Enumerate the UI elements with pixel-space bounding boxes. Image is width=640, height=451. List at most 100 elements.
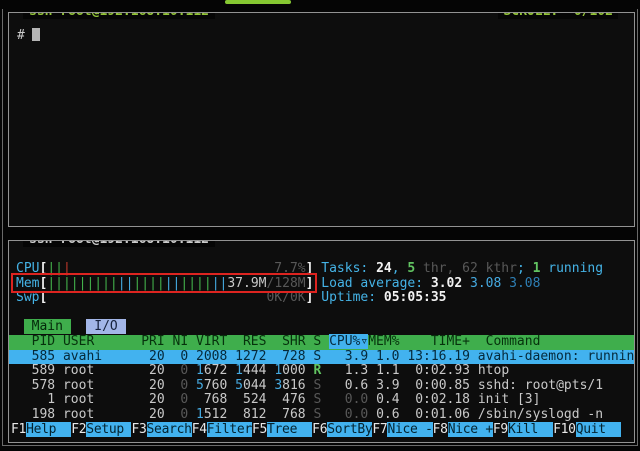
segment: |||| xyxy=(133,276,164,291)
segment: I/O xyxy=(86,319,125,334)
fn-key-f4[interactable]: F4 xyxy=(192,422,207,437)
segment: 768 xyxy=(266,407,305,422)
segment: 585 avahi 20 0 2008 1272 728 S 3.9 1.0 1… xyxy=(16,349,635,364)
segment: |||| xyxy=(180,276,211,291)
segment: Load average: xyxy=(321,276,431,291)
segment xyxy=(227,378,235,393)
segment: 0:01.06 xyxy=(400,407,470,422)
table-row[interactable]: 198 root 20 0 1512 812 768 S 0.0 0.6 0:0… xyxy=(9,408,634,423)
fn-action-quit[interactable]: Quit xyxy=(576,422,621,437)
segment: 3.9 xyxy=(368,378,399,393)
fn-action-filter[interactable]: Filter xyxy=(207,422,252,437)
segment: 1 root 20 xyxy=(16,392,165,407)
segment: S xyxy=(306,392,322,407)
pane-top[interactable]: ssh root@192.168.10.112 SCROLL: 0/102 # xyxy=(8,12,635,227)
segment: 3.08 xyxy=(509,276,540,291)
segment: 672 xyxy=(204,363,227,378)
segment: 5 xyxy=(235,378,243,393)
segment: 3.02 xyxy=(431,276,470,291)
table-row[interactable]: 578 root 20 0 5760 5044 3816 S 0.6 3.9 0… xyxy=(9,379,634,394)
segment: 524 xyxy=(227,392,266,407)
cpu-meter: CPU[||| 7.7%] Tasks: 24, 5 thr, 62 kthr;… xyxy=(9,262,634,277)
segment: 0.4 xyxy=(368,392,399,407)
segment: 000 xyxy=(282,363,305,378)
swap-meter: Swp[ 0K/0K] Uptime: 05:05:35 xyxy=(9,291,634,306)
segment: 0 xyxy=(165,407,188,422)
pane-bottom-title: ssh root@192.168.10.112 xyxy=(23,240,215,247)
segment xyxy=(47,290,266,305)
segment: Tasks: xyxy=(321,261,376,276)
segment: 0:02.18 xyxy=(400,392,470,407)
pane-top-title: ssh root@192.168.10.112 xyxy=(23,12,215,19)
segment: init [3] xyxy=(470,392,540,407)
segment: CPU xyxy=(16,261,39,276)
segment: || xyxy=(47,261,63,276)
segment: 62 kthr xyxy=(462,261,517,276)
segment: 444 xyxy=(243,363,266,378)
segment xyxy=(188,363,196,378)
fn-key-f1[interactable]: F1 xyxy=(11,422,26,437)
fn-key-f10[interactable]: F10 xyxy=(553,422,576,437)
htop-app: CPU[||| 7.7%] Tasks: 24, 5 thr, 62 kthr;… xyxy=(9,241,634,437)
mem-meter: Mem[|||||||||||||||||||||||37.9M/128M] L… xyxy=(9,277,634,292)
fn-action-sortby[interactable]: SortBy xyxy=(327,422,372,437)
table-row-selected[interactable]: 585 avahi 20 0 2008 1272 728 S 3.9 1.0 1… xyxy=(9,350,634,365)
segment: | xyxy=(63,261,71,276)
screen-tabs[interactable]: Main I/O xyxy=(9,320,634,335)
segment: 512 xyxy=(204,407,227,422)
fn-action-help[interactable]: Help xyxy=(26,422,71,437)
segment: htop xyxy=(470,363,509,378)
fn-key-f8[interactable]: F8 xyxy=(433,422,448,437)
fn-key-f2[interactable]: F2 xyxy=(71,422,86,437)
segment: 05:05:35 xyxy=(384,290,447,305)
pane-bottom[interactable]: ssh root@192.168.10.112 CPU[||| 7.7%] Ta… xyxy=(8,240,635,443)
segment: 476 xyxy=(266,392,305,407)
fn-key-f7[interactable]: F7 xyxy=(372,422,387,437)
segment: thr, xyxy=(415,261,462,276)
fn-key-f5[interactable]: F5 xyxy=(252,422,267,437)
segment: || xyxy=(212,276,228,291)
process-table-header[interactable]: PID USER PRI NI VIRT RES SHR S CPU%▿MEM%… xyxy=(9,335,634,350)
shell-prompt: # xyxy=(17,28,25,43)
table-row[interactable]: 1 root 20 0 768 524 476 S 0.0 0.4 0:02.1… xyxy=(9,393,634,408)
fn-key-f6[interactable]: F6 xyxy=(312,422,327,437)
segment: 3 xyxy=(274,378,282,393)
fn-action-kill[interactable]: Kill xyxy=(508,422,553,437)
segment: 1 xyxy=(196,363,204,378)
segment: 812 xyxy=(227,407,266,422)
segment: 0.0 xyxy=(321,392,368,407)
segment: 5 xyxy=(196,378,204,393)
fn-action-setup[interactable]: Setup xyxy=(86,422,131,437)
segment: /128M xyxy=(267,276,306,291)
segment xyxy=(16,319,24,334)
fn-key-f3[interactable]: F3 xyxy=(131,422,146,437)
segment: 0K/0K xyxy=(266,290,305,305)
terminal-screen: ssh root@192.168.10.112 SCROLL: 0/102 # … xyxy=(0,0,640,451)
segment: 3.08 xyxy=(470,276,509,291)
segment xyxy=(71,319,87,334)
segment: || xyxy=(118,276,134,291)
segment xyxy=(71,261,275,276)
fn-action-search[interactable]: Search xyxy=(147,422,192,437)
segment: 0:02.93 xyxy=(400,363,470,378)
segment: Uptime: xyxy=(321,290,384,305)
segment: 0 xyxy=(165,392,188,407)
fn-action-nice-plus[interactable]: Nice + xyxy=(448,422,493,437)
fn-key-f9[interactable]: F9 xyxy=(493,422,508,437)
segment: 24 xyxy=(376,261,392,276)
fn-action-nice-minus[interactable]: Nice - xyxy=(387,422,432,437)
segment: Swp xyxy=(16,290,39,305)
segment: 589 root 20 xyxy=(16,363,165,378)
segment: 0 xyxy=(165,378,188,393)
table-row[interactable]: 589 root 20 0 1672 1444 1000 R 1.3 1.1 0… xyxy=(9,364,634,379)
segment: PID USER PRI NI VIRT RES SHR S xyxy=(16,334,329,349)
segment: 0.6 xyxy=(368,407,399,422)
segment: sshd: root@pts/1 xyxy=(470,378,603,393)
segment: ||||||||| xyxy=(47,276,117,291)
segment: 0 xyxy=(165,363,188,378)
segment xyxy=(188,378,196,393)
segment: || xyxy=(165,276,181,291)
cursor-block xyxy=(32,28,40,41)
fn-action-tree[interactable]: Tree xyxy=(267,422,312,437)
top-green-strip xyxy=(225,0,291,4)
